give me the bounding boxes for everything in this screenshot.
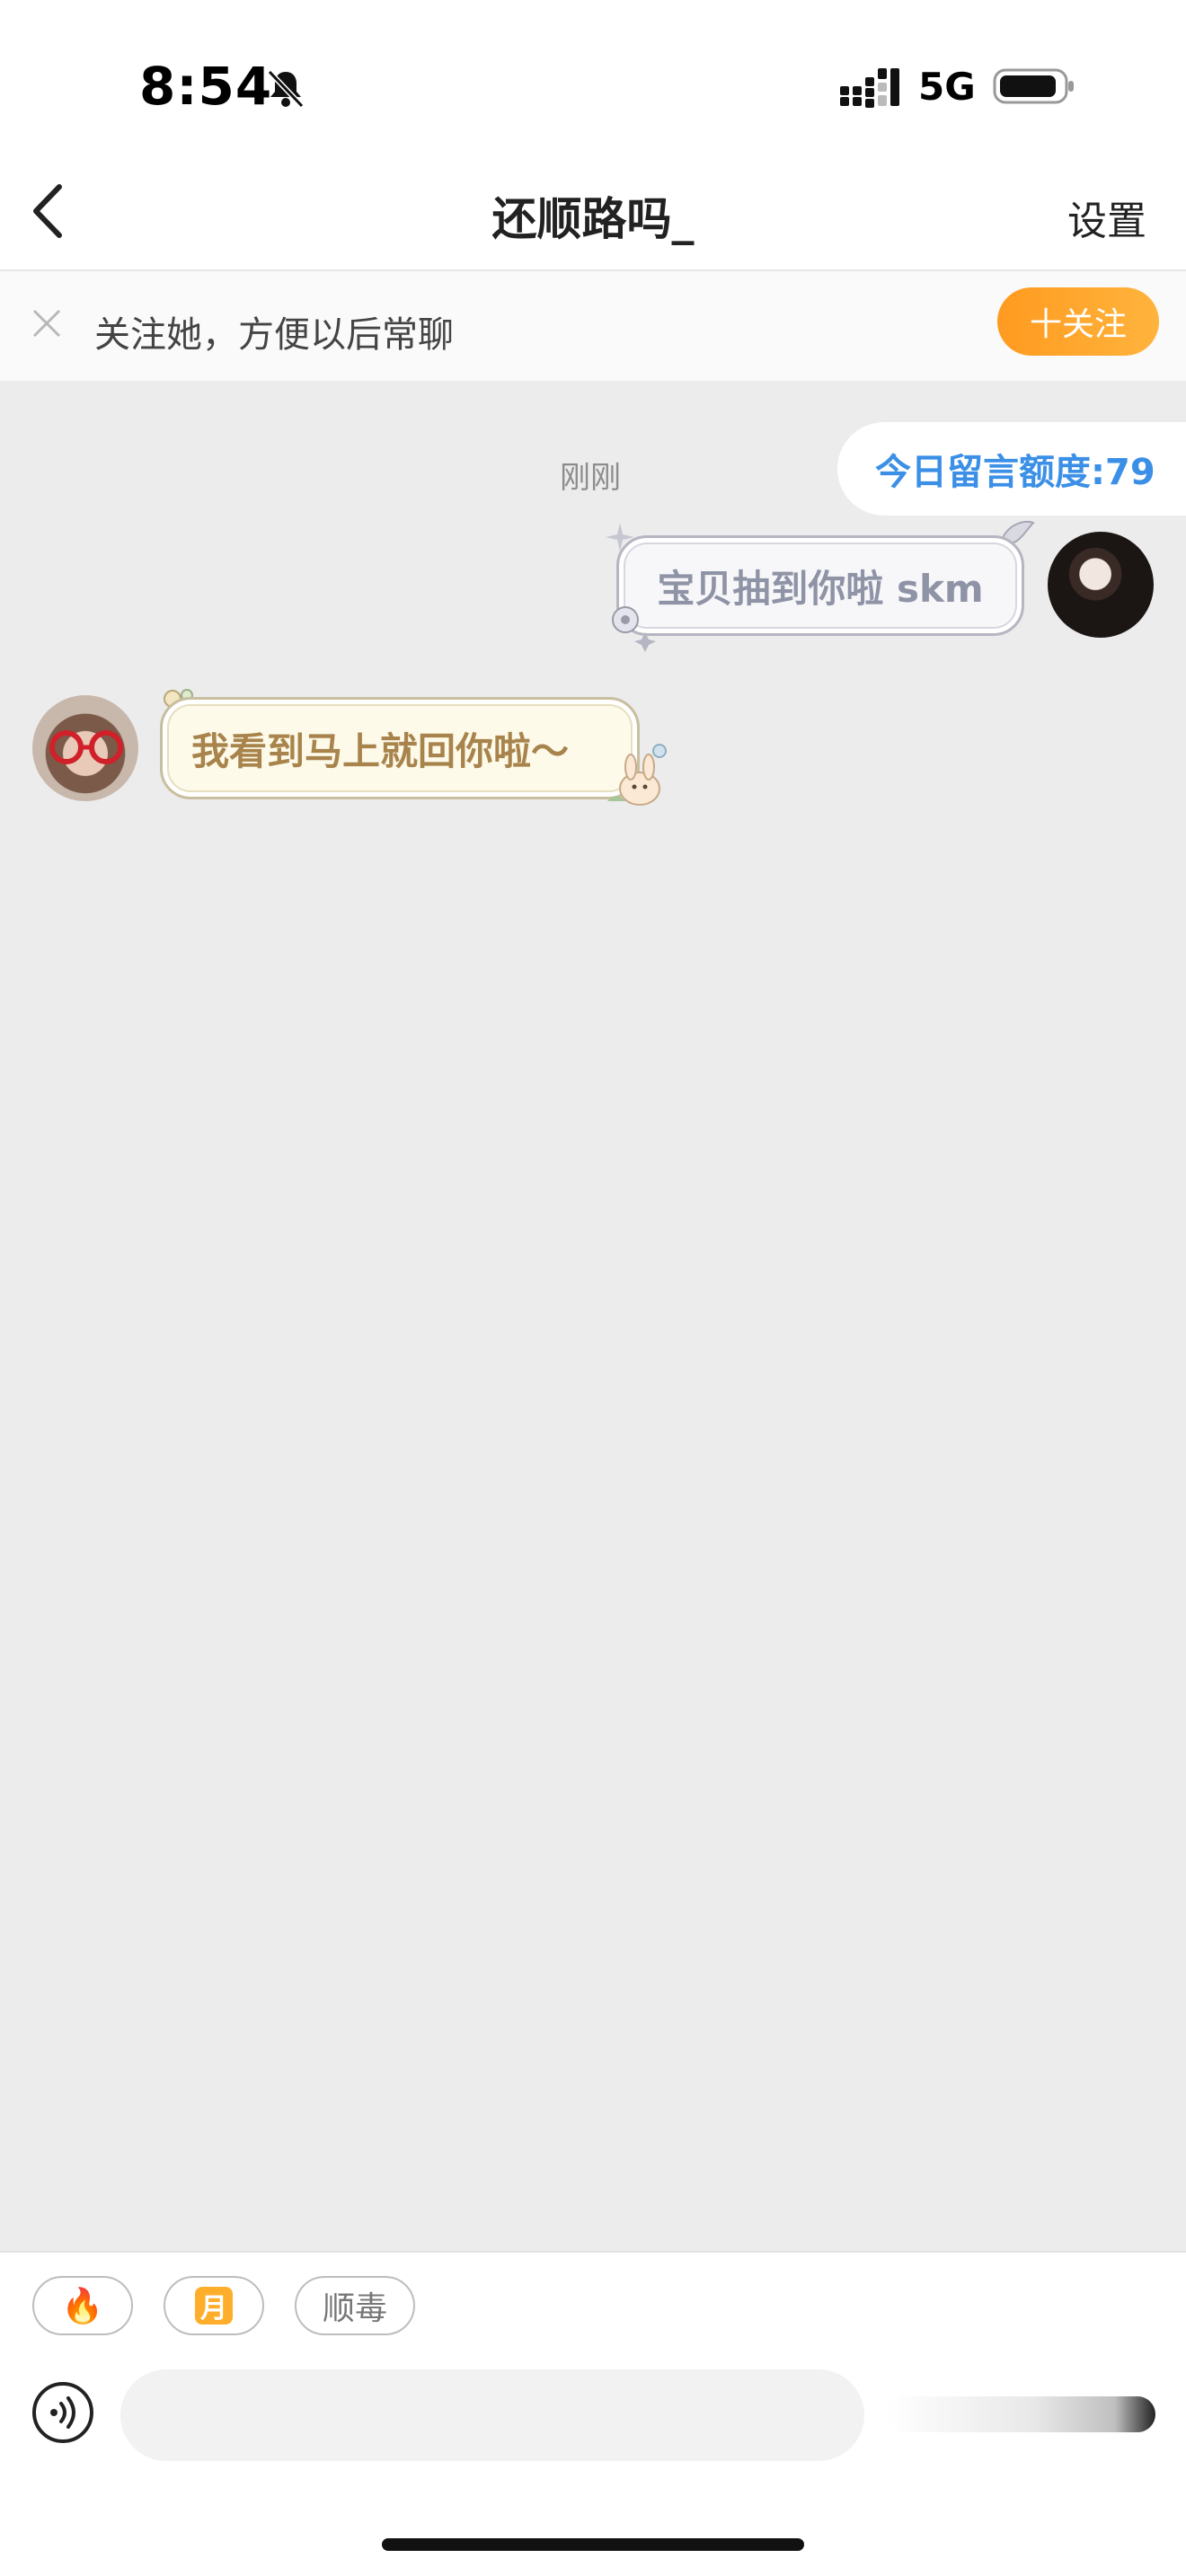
- message-input[interactable]: [120, 2369, 864, 2461]
- message-bubble-incoming[interactable]: 我看到马上就回你啦～: [160, 697, 640, 799]
- moon-icon: 月: [195, 2287, 233, 2325]
- chat-title: 还顺路吗_: [491, 193, 695, 245]
- bunny-sticker-icon: [607, 744, 667, 806]
- quick-chip-fire[interactable]: 🔥: [32, 2276, 133, 2335]
- battery-icon: [993, 68, 1074, 104]
- voice-input-icon[interactable]: [31, 2380, 95, 2445]
- quick-chip-text[interactable]: 顺毒: [295, 2276, 415, 2335]
- flower-icon: [612, 606, 656, 652]
- signal-icon: [840, 68, 899, 108]
- quick-chip-moon[interactable]: 月: [164, 2276, 264, 2335]
- avatar-glasses-detail: [49, 730, 123, 764]
- home-indicator[interactable]: [382, 2538, 804, 2551]
- close-icon[interactable]: [29, 305, 65, 341]
- settings-button[interactable]: 设置: [1067, 189, 1146, 246]
- follow-prompt-text: 关注她，方便以后常聊: [94, 314, 454, 356]
- bell-muted-icon: [267, 69, 305, 109]
- message-bubble-outgoing[interactable]: 宝贝抽到你啦 skm: [616, 535, 1024, 636]
- status-time: 8:54: [139, 56, 273, 117]
- message-quota-badge: 今日留言额度:79: [837, 422, 1186, 516]
- follow-button[interactable]: 十关注: [997, 287, 1159, 356]
- message-timestamp: 刚刚: [560, 460, 621, 496]
- back-arrow-icon[interactable]: [25, 180, 70, 243]
- network-type: 5G: [918, 65, 976, 109]
- my-avatar[interactable]: [1048, 532, 1154, 638]
- fire-icon: 🔥: [61, 2285, 104, 2325]
- send-area[interactable]: [886, 2396, 1155, 2432]
